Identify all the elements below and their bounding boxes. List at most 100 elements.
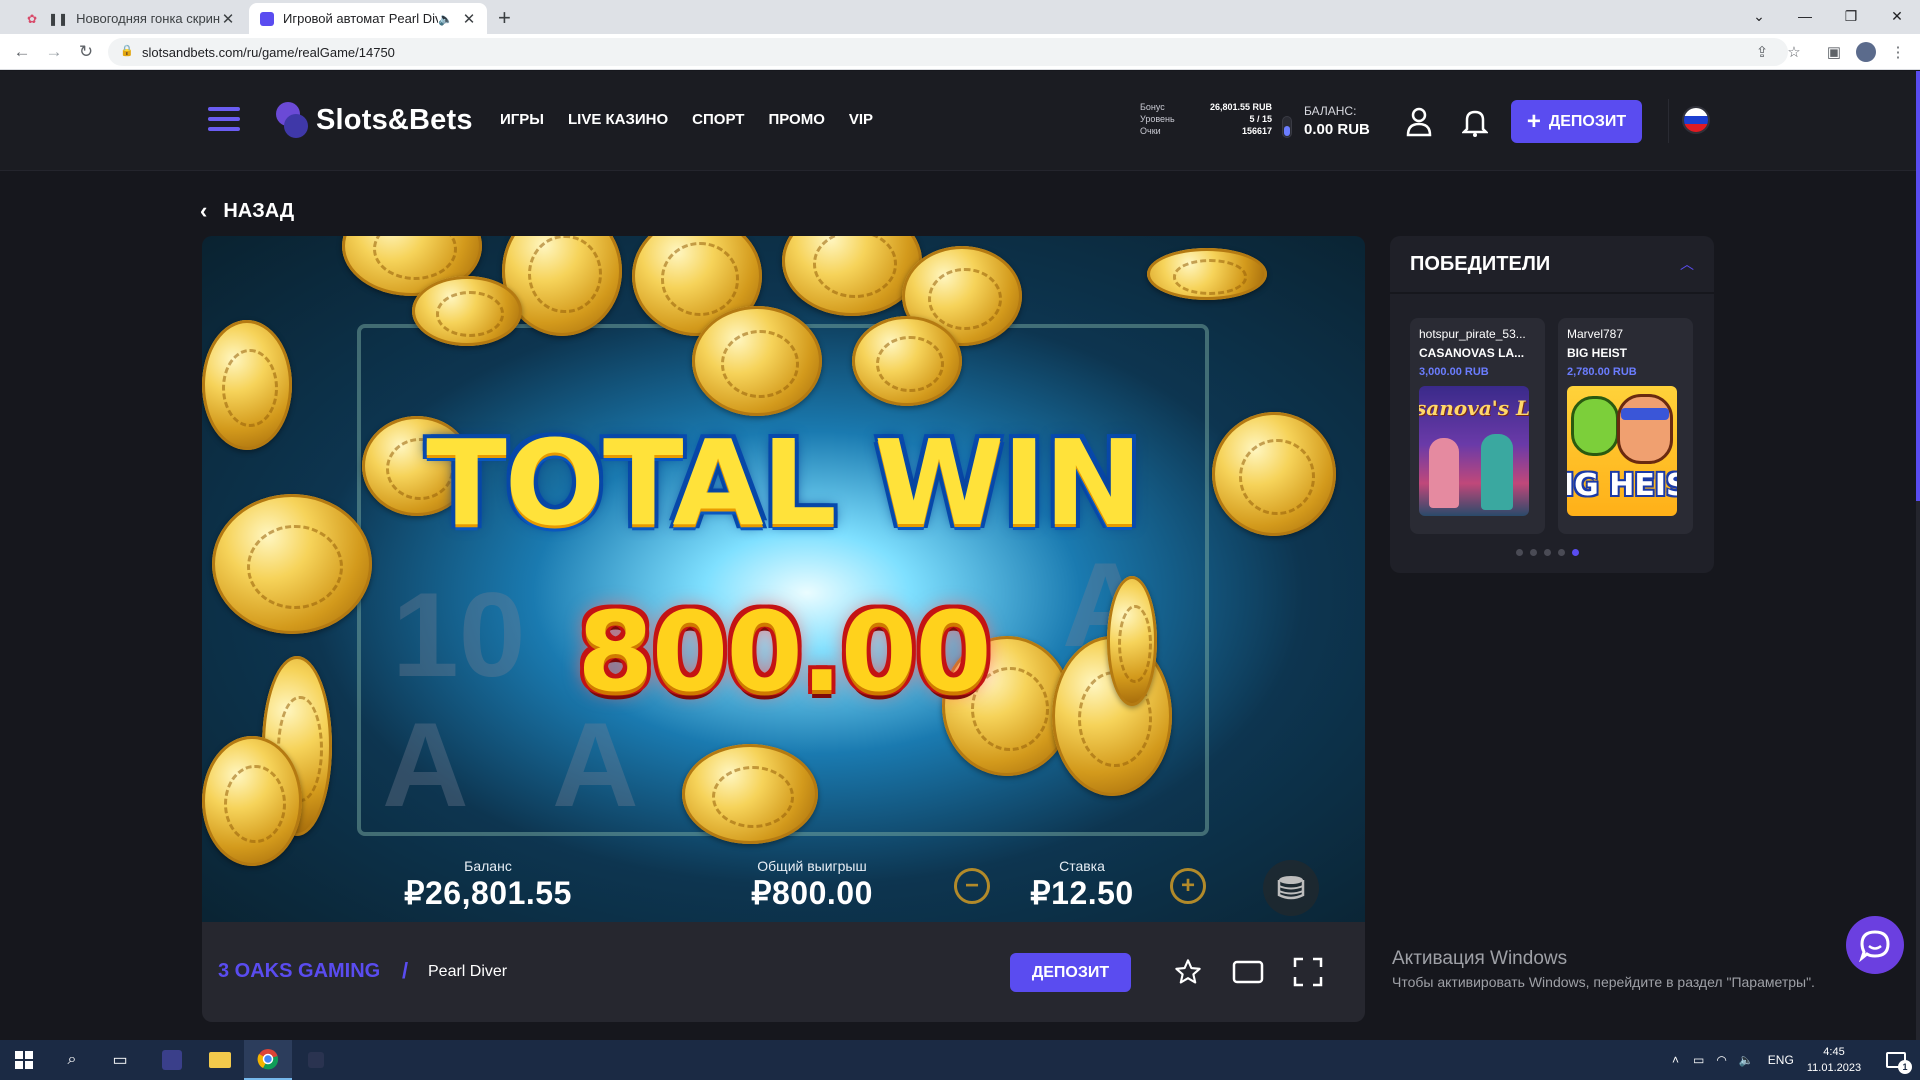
- notification-count: 1: [1898, 1060, 1912, 1074]
- game-canvas[interactable]: 10 A A A TOTAL WIN 800.00 Баланс ₽26,801…: [202, 236, 1365, 922]
- app-icon[interactable]: [292, 1040, 340, 1080]
- winners-header: ПОБЕДИТЕЛИ ︿: [1390, 236, 1714, 294]
- hud-total-win: Общий выигрыш ₽800.00: [702, 858, 922, 912]
- file-explorer-icon[interactable]: [196, 1040, 244, 1080]
- nav-sport[interactable]: СПОРТ: [692, 111, 744, 128]
- bookmark-star-icon[interactable]: ☆: [1784, 42, 1804, 62]
- winner-card[interactable]: Marvel787 BIG HEIST 2,780.00 RUB IG HEIS: [1558, 318, 1693, 534]
- browser-tab-1[interactable]: ✿ ❚❚ Новогодняя гонка скриншотов ✕: [14, 3, 246, 34]
- winner-card[interactable]: hotspur_pirate_53... CASANOVAS LA... 3,0…: [1410, 318, 1545, 534]
- game-deposit-button[interactable]: ДЕПОЗИТ: [1010, 953, 1131, 992]
- carousel-dot[interactable]: [1516, 549, 1523, 556]
- support-chat-button[interactable]: [1846, 916, 1904, 974]
- coin: [502, 236, 622, 336]
- tab-close-icon[interactable]: ✕: [461, 10, 477, 28]
- bet-decrease-button[interactable]: −: [954, 868, 990, 904]
- minimize-icon[interactable]: —: [1782, 2, 1828, 30]
- balance-toggle[interactable]: [1282, 116, 1292, 138]
- chat-icon: [1859, 930, 1890, 962]
- site-logo[interactable]: Slots&Bets: [276, 102, 473, 138]
- hamburger-menu-icon[interactable]: [208, 107, 240, 137]
- user-icon[interactable]: [1400, 103, 1438, 141]
- total-win-headline: TOTAL WIN: [426, 414, 1143, 552]
- header-divider: [1668, 99, 1669, 143]
- carousel-dot[interactable]: [1558, 549, 1565, 556]
- coin: [202, 736, 302, 866]
- forward-arrow-icon[interactable]: →: [42, 40, 66, 64]
- browser-tabstrip: ✿ ❚❚ Новогодняя гонка скриншотов ✕ Игров…: [0, 0, 1920, 34]
- reel-symbol-ghost: A: [552, 698, 639, 832]
- back-label: НАЗАД: [223, 199, 295, 222]
- hud-total-win-label: Общий выигрыш: [757, 858, 867, 874]
- network-icon[interactable]: ▭: [1693, 1053, 1704, 1067]
- hud-balance: Баланс ₽26,801.55: [388, 858, 588, 912]
- hud-balance-label: Баланс: [464, 858, 512, 874]
- reload-icon[interactable]: ↻: [74, 40, 98, 64]
- share-icon[interactable]: ⇪: [1752, 42, 1772, 62]
- favorite-star-icon[interactable]: [1170, 954, 1206, 990]
- speaker-icon[interactable]: 🔈: [438, 12, 453, 26]
- bonus-value: 26,801.55 RUB: [1209, 102, 1272, 112]
- theater-mode-icon[interactable]: [1230, 954, 1266, 990]
- tab-search-icon[interactable]: ⌄: [1736, 2, 1782, 30]
- search-icon[interactable]: ⌕: [48, 1040, 96, 1080]
- window-close-icon[interactable]: ✕: [1874, 2, 1920, 30]
- restore-icon[interactable]: ❐: [1828, 2, 1874, 30]
- bonus-info: Бонус 26,801.55 RUB Уровень 5 / 15 Очки 156…: [1140, 101, 1272, 137]
- app-icon[interactable]: [148, 1040, 196, 1080]
- nav-promo[interactable]: ПРОМО: [768, 111, 824, 128]
- fullscreen-icon[interactable]: [1290, 954, 1326, 990]
- system-tray: ˄ ▭ ◠ 🔈 ENG: [1672, 1040, 1794, 1080]
- new-tab-icon[interactable]: +: [498, 5, 511, 31]
- carousel-dot-active[interactable]: [1572, 549, 1579, 556]
- winner-game: BIG HEIST: [1567, 346, 1628, 360]
- wifi-icon[interactable]: ◠: [1716, 1053, 1726, 1067]
- bet-increase-button[interactable]: +: [1170, 868, 1206, 904]
- notification-center-icon[interactable]: 1: [1872, 1040, 1920, 1080]
- chevron-up-icon[interactable]: ︿: [1680, 254, 1694, 274]
- level-value: 5 / 15: [1249, 114, 1272, 124]
- back-arrow-icon[interactable]: ←: [10, 40, 34, 64]
- tab-title: Новогодняя гонка скриншотов: [76, 11, 220, 26]
- browser-tab-2[interactable]: Игровой автомат Pearl Diver 🔈 ✕: [249, 3, 487, 34]
- carousel-dot[interactable]: [1544, 549, 1551, 556]
- profile-avatar[interactable]: [1856, 42, 1876, 62]
- carousel-dot[interactable]: [1530, 549, 1537, 556]
- volume-icon[interactable]: 🔈: [1739, 1053, 1754, 1067]
- windows-start-icon[interactable]: [0, 1040, 48, 1080]
- page-scrollbar[interactable]: [1916, 71, 1920, 1040]
- nav-vip[interactable]: VIP: [849, 111, 873, 128]
- hud-bet: Ставка ₽12.50: [1012, 858, 1152, 912]
- pause-icon[interactable]: ❚❚: [48, 12, 68, 26]
- chevron-left-icon: ‹: [200, 198, 208, 223]
- winners-panel: ПОБЕДИТЕЛИ ︿ hotspur_pirate_53... CASANO…: [1390, 236, 1714, 573]
- bonus-label: Бонус: [1140, 102, 1165, 112]
- plus-icon: +: [1526, 107, 1541, 135]
- back-link[interactable]: ‹ НАЗАД: [200, 198, 294, 224]
- address-bar[interactable]: 🔒 slotsandbets.com/ru/game/realGame/1475…: [108, 38, 1788, 66]
- provider-link[interactable]: 3 OAKS GAMING: [218, 960, 380, 983]
- side-panel-icon[interactable]: ▣: [1824, 42, 1844, 62]
- bell-icon[interactable]: [1456, 103, 1494, 141]
- deposit-label: ДЕПОЗИТ: [1548, 112, 1627, 130]
- nav-live-casino[interactable]: LIVE КАЗИНО: [568, 111, 668, 128]
- browser-menu-icon[interactable]: ⋮: [1888, 42, 1908, 62]
- russia-flag-icon[interactable]: [1682, 106, 1710, 134]
- lock-icon: 🔒: [120, 45, 134, 57]
- language-indicator[interactable]: ENG: [1768, 1053, 1794, 1067]
- game-name: Pearl Diver: [428, 963, 508, 980]
- header-deposit-button[interactable]: + ДЕПОЗИТ: [1511, 100, 1642, 143]
- chrome-icon[interactable]: [244, 1040, 292, 1080]
- coin: [852, 316, 962, 406]
- nav-games[interactable]: ИГРЫ: [500, 111, 544, 128]
- taskbar-clock[interactable]: 4:45 11.01.2023: [1800, 1044, 1868, 1076]
- level-label: Уровень: [1140, 114, 1175, 124]
- coin-stack-icon[interactable]: [1263, 860, 1319, 916]
- task-view-icon[interactable]: ▭: [96, 1040, 144, 1080]
- balance-value: 0.00 RUB: [1304, 121, 1370, 138]
- clock-date: 11.01.2023: [1806, 1062, 1862, 1074]
- reel-symbol-ghost: A: [382, 698, 469, 832]
- coin: [682, 744, 818, 844]
- tab-close-icon[interactable]: ✕: [220, 10, 236, 28]
- tray-chevron-up-icon[interactable]: ˄: [1672, 1053, 1679, 1067]
